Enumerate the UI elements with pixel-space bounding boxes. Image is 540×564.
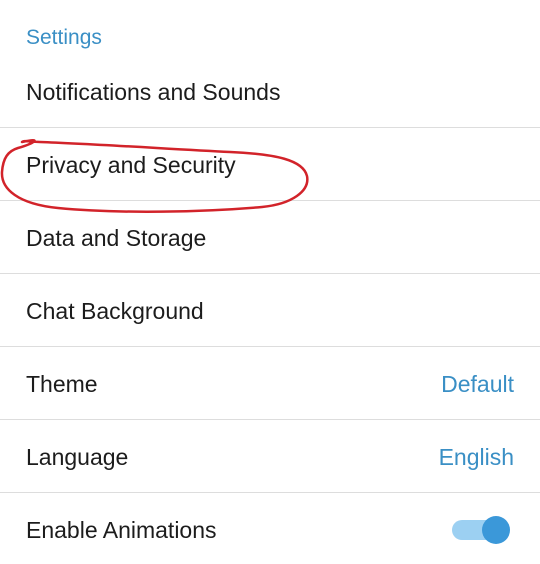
settings-item-data-storage[interactable]: Data and Storage — [0, 201, 540, 274]
settings-item-theme[interactable]: Theme Default — [0, 347, 540, 420]
language-value: English — [438, 443, 514, 470]
settings-screen: Settings Notifications and Sounds Privac… — [0, 0, 540, 564]
settings-item-label: Data and Storage — [26, 224, 207, 251]
settings-item-label: Enable Animations — [26, 516, 217, 543]
settings-item-privacy[interactable]: Privacy and Security — [0, 128, 540, 201]
theme-value: Default — [441, 370, 514, 397]
settings-item-label: Language — [26, 443, 129, 470]
settings-item-label: Theme — [26, 370, 98, 397]
animations-toggle[interactable] — [452, 515, 512, 545]
toggle-knob[interactable] — [482, 515, 510, 544]
settings-item-language[interactable]: Language English — [0, 420, 540, 493]
settings-item-animations[interactable]: Enable Animations — [0, 493, 540, 564]
settings-item-label: Notifications and Sounds — [26, 78, 281, 105]
settings-list: Notifications and Sounds Privacy and Sec… — [0, 55, 540, 564]
settings-item-notifications[interactable]: Notifications and Sounds — [0, 55, 540, 128]
settings-item-label: Chat Background — [26, 297, 204, 324]
settings-item-label: Privacy and Security — [26, 151, 236, 178]
section-title: Settings — [26, 26, 102, 49]
settings-item-chat-background[interactable]: Chat Background — [0, 274, 540, 347]
